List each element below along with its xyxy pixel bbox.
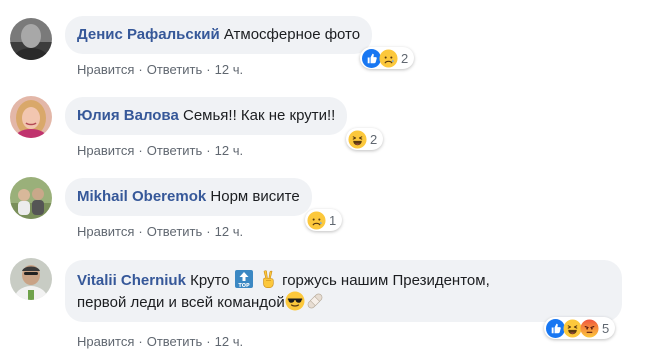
- comment-actions: Нравится · Ответить · 12 ч.: [77, 224, 243, 239]
- like-link[interactable]: Нравится: [77, 143, 134, 158]
- angry-icon: [580, 319, 599, 338]
- reactions-summary[interactable]: 5: [544, 317, 616, 339]
- reply-link[interactable]: Ответить: [147, 62, 203, 77]
- reaction-count: 5: [602, 320, 610, 336]
- like-link[interactable]: Нравится: [77, 62, 134, 77]
- reactions-summary[interactable]: 2: [346, 128, 384, 150]
- sad-icon: [307, 211, 326, 230]
- like-link[interactable]: Нравится: [77, 334, 134, 349]
- top-arrow-icon: [234, 269, 254, 289]
- comment-text: Семья!! Как не крути!!: [182, 107, 336, 124]
- comment-bubble: Юлия Валова Семья!! Как не крути!!: [65, 97, 348, 135]
- victory-hand-icon: [258, 269, 278, 289]
- reactions-summary[interactable]: 2: [360, 47, 415, 69]
- avatar[interactable]: [10, 177, 52, 219]
- comment-author[interactable]: Юлия Валова: [77, 107, 179, 124]
- comment-text: Норм висите: [210, 188, 300, 205]
- sunglasses-face-icon: [285, 291, 305, 311]
- separator: ·: [206, 334, 211, 349]
- separator: ·: [206, 143, 211, 158]
- timestamp[interactable]: 12 ч.: [215, 334, 243, 349]
- comment-bubble: Денис Рафальский Атмосферное фото: [65, 16, 373, 54]
- comment-bubble: Mikhail Oberemok Норм висите: [65, 178, 312, 216]
- comment-author[interactable]: Mikhail Oberemok: [77, 188, 206, 205]
- haha-icon: [348, 130, 367, 149]
- comment-author[interactable]: Vitalii Cherniuk: [77, 272, 186, 289]
- comment-actions: Нравится · Ответить · 12 ч.: [77, 143, 243, 158]
- timestamp[interactable]: 12 ч.: [215, 143, 243, 158]
- separator: ·: [138, 224, 143, 239]
- comment-author[interactable]: Денис Рафальский: [77, 26, 220, 43]
- comment-line-2: первой леди и всей командой: [77, 291, 610, 313]
- separator: ·: [138, 62, 143, 77]
- separator: ·: [138, 334, 143, 349]
- avatar[interactable]: [10, 96, 52, 138]
- comment-actions: Нравится · Ответить · 12 ч.: [77, 62, 243, 77]
- separator: ·: [138, 143, 143, 158]
- timestamp[interactable]: 12 ч.: [215, 62, 243, 77]
- comment-actions: Нравится · Ответить · 12 ч.: [77, 334, 243, 349]
- separator: ·: [206, 224, 211, 239]
- reply-link[interactable]: Ответить: [147, 224, 203, 239]
- avatar[interactable]: [10, 18, 52, 60]
- reply-link[interactable]: Ответить: [147, 143, 203, 158]
- bandage-icon: [305, 291, 325, 311]
- reaction-count: 2: [401, 50, 409, 66]
- separator: ·: [206, 62, 211, 77]
- reactions-summary[interactable]: 1: [305, 209, 343, 231]
- comment-text: Атмосферное фото: [223, 26, 361, 43]
- reaction-count: 1: [329, 212, 337, 228]
- like-link[interactable]: Нравится: [77, 224, 134, 239]
- comment-text-part: горжусь нашим Президентом,: [282, 272, 490, 289]
- reply-link[interactable]: Ответить: [147, 334, 203, 349]
- comment-text-part: первой леди и всей командой: [77, 294, 285, 311]
- sad-icon: [379, 49, 398, 68]
- reaction-count: 2: [370, 131, 378, 147]
- comment-text-part: Круто: [190, 272, 230, 289]
- timestamp[interactable]: 12 ч.: [215, 224, 243, 239]
- comment-bubble: Vitalii Cherniuk Круто горжусь нашим Пре…: [65, 260, 622, 322]
- comment-line-1: Vitalii Cherniuk Круто горжусь нашим Пре…: [77, 269, 610, 291]
- avatar[interactable]: [10, 258, 52, 300]
